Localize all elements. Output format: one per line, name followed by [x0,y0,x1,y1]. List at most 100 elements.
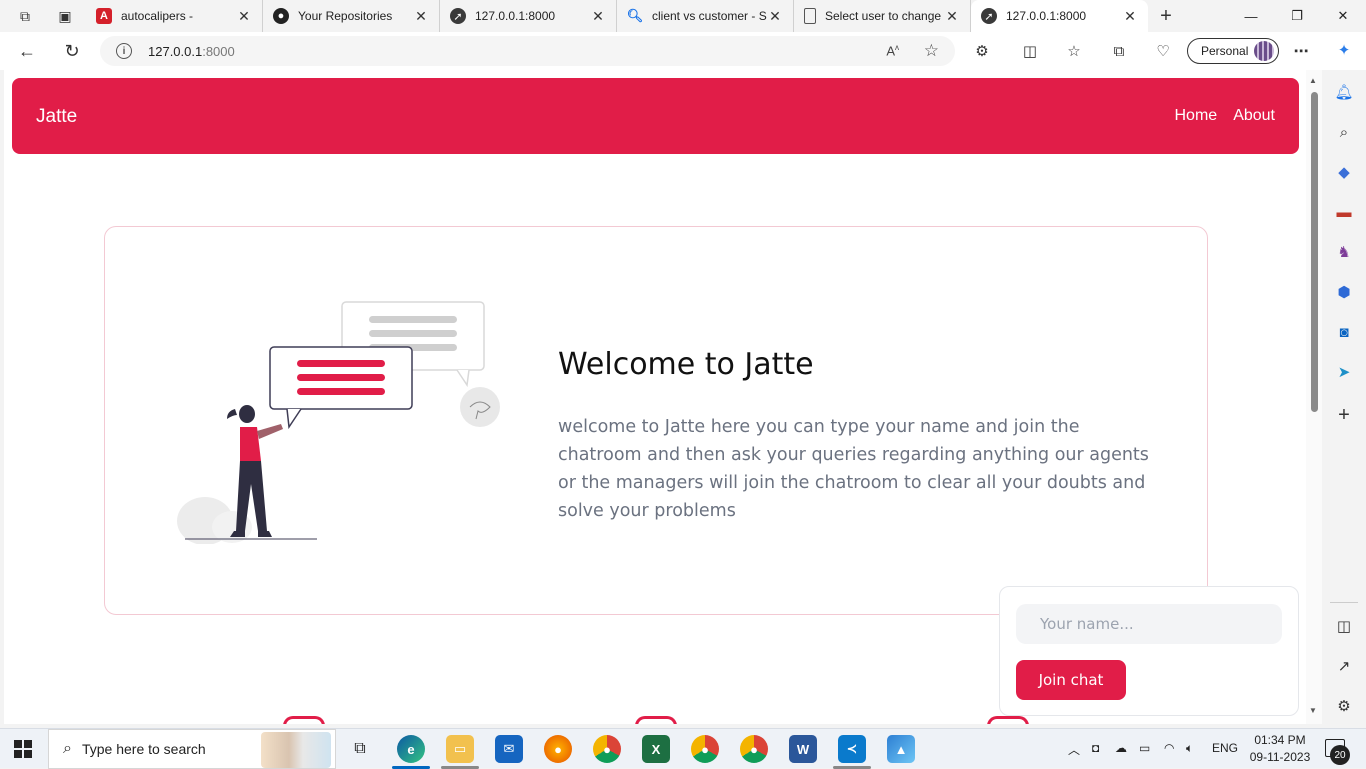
read-aloud-icon[interactable]: Aʌ [886,43,899,58]
sidebar-toggle-icon[interactable]: ◫ [1334,616,1354,636]
url-host: 127.0.0.1 [148,43,203,59]
clock-time: 01:34 PM [1254,733,1306,747]
feature-card-peek [635,716,677,724]
url-text[interactable]: 127.0.0.1:8000 [148,44,235,59]
tab-title: 127.0.0.1:8000 [475,9,556,23]
close-window-icon[interactable]: ✕ [1320,0,1366,32]
scroll-up-icon[interactable]: ▲ [1309,76,1317,85]
microsoft365-icon[interactable]: ⬢ [1334,282,1354,302]
mail-icon[interactable]: ✉ [495,735,523,763]
excel-icon[interactable]: X [642,735,670,763]
scroll-down-icon[interactable]: ▼ [1309,706,1317,715]
address-bar[interactable]: i 127.0.0.1:8000 Aʌ ☆ [100,36,955,66]
favorite-star-icon[interactable]: ☆ [924,41,939,61]
welcome-card: Welcome to Jatte welcome to Jatte here y… [104,226,1208,615]
drop-icon[interactable]: ➤ [1334,362,1354,382]
task-view-icon[interactable]: ⧉ [346,735,374,763]
battery-icon[interactable]: ▭ [1139,741,1150,755]
join-chat-widget: Join chat [999,586,1299,716]
tab-title: Your Repositories [298,9,393,23]
windows-start-icon[interactable] [14,740,32,758]
page-scrollbar[interactable]: ▲ ▼ [1306,70,1322,724]
browser-tab[interactable]: 🔍︎ client vs customer - S ✕ [617,0,794,32]
collections-icon[interactable]: ⧉ [1104,36,1134,66]
close-tab-icon[interactable]: ✕ [236,8,252,25]
close-tab-icon[interactable]: ✕ [1122,8,1138,25]
language-indicator[interactable]: ENG [1212,741,1238,755]
external-link-icon[interactable]: ↗ [1334,656,1354,676]
browser-sidebar: ✦ 🔔︎ ⌕ ◆ ▬ ♞ ⬢ ◙ ➤ + ◫ ↗ ⚙ [1322,42,1366,724]
firefox-icon[interactable]: ● [544,735,572,763]
meet-now-icon[interactable]: ◘ [1092,741,1099,755]
feature-card-peek [283,716,325,724]
new-tab-icon[interactable]: + [1148,5,1184,28]
scroll-thumb[interactable] [1311,92,1318,412]
back-bubble-tail [456,369,470,388]
close-tab-icon[interactable]: ✕ [413,8,429,25]
page-viewport: Jatte Home About Welcome to Jatte welcom… [4,70,1310,724]
back-icon[interactable]: ← [12,36,42,66]
avatar [1254,41,1274,61]
more-menu-icon[interactable]: ⋯ [1286,36,1316,66]
taskbar-search[interactable]: ⌕ Type here to search [48,729,336,769]
settings-gear-icon[interactable]: ⚙ [1334,696,1354,716]
chrome-icon[interactable]: ● [593,735,621,763]
notification-count-badge: 20 [1330,745,1350,765]
split-screen-icon[interactable]: ◫ [1015,36,1045,66]
games-icon[interactable]: ♞ [1334,242,1354,262]
favorites-icon[interactable]: ☆ [1059,36,1089,66]
file-explorer-icon[interactable]: ▭ [446,735,474,763]
edge-icon[interactable]: e [397,735,425,763]
site-info-icon[interactable]: i [116,43,132,59]
nav-about-link[interactable]: About [1233,107,1275,125]
browser-tab[interactable]: ● Your Repositories ✕ [263,0,440,32]
clock[interactable]: 01:34 PM 09-11-2023 [1247,732,1313,766]
tag-icon[interactable]: ◆ [1334,162,1354,182]
browser-tab[interactable]: Select user to change ✕ [794,0,971,32]
photos-icon[interactable]: ▲ [887,735,915,763]
restore-icon[interactable]: ❐ [1274,0,1320,32]
copilot-icon[interactable]: ✦ [1334,40,1354,60]
browser-tab[interactable]: ➚ 127.0.0.1:8000 ✕ [440,0,617,32]
word-icon[interactable]: W [789,735,817,763]
vscode-icon[interactable]: ≺ [838,735,866,763]
welcome-description: welcome to Jatte here you can type your … [558,417,1149,521]
minimize-icon[interactable]: — [1228,0,1274,32]
adobe-acrobat-icon: A [96,8,112,24]
bell-icon[interactable]: 🔔︎ [1334,82,1354,102]
workspaces-icon[interactable]: ⧉ [12,3,38,29]
nav-home-link[interactable]: Home [1175,107,1218,125]
close-tab-icon[interactable]: ✕ [590,8,606,25]
sidebar-divider [1330,602,1358,603]
close-tab-icon[interactable]: ✕ [944,8,960,25]
profile-label: Personal [1201,44,1249,58]
tab-actions-icon[interactable]: ▣ [52,3,78,29]
close-tab-icon[interactable]: ✕ [767,8,783,25]
onedrive-icon[interactable]: ☁ [1115,741,1127,755]
volume-icon[interactable]: 🔈︎ [1186,741,1193,756]
site-navbar: Jatte Home About [12,78,1299,154]
wifi-icon[interactable]: ◠ [1164,741,1174,755]
welcome-title: Welcome to Jatte [558,347,814,382]
front-bubble-tail [286,408,302,430]
search-icon[interactable]: ⌕ [1334,122,1354,142]
browser-tab-active[interactable]: ➚ 127.0.0.1:8000 ✕ [971,0,1148,32]
tab-title: Select user to change [825,9,942,23]
extensions-icon[interactable]: ⚙ [967,36,997,66]
add-icon[interactable]: + [1334,404,1354,426]
name-input[interactable] [1016,604,1282,644]
show-hidden-icons-icon[interactable]: ︿ [1068,741,1080,758]
toolbox-icon[interactable]: ▬ [1334,202,1354,222]
browser-tab[interactable]: A autocalipers - ✕ [86,0,263,32]
chrome-icon[interactable]: ● [740,735,768,763]
profile-button[interactable]: Personal [1187,38,1279,64]
tab-title: autocalipers - [121,9,194,23]
browser-essentials-icon[interactable]: ♡ [1148,36,1178,66]
outlook-icon[interactable]: ◙ [1334,322,1354,342]
tab-title: client vs customer - S [652,9,767,23]
join-chat-button[interactable]: Join chat [1016,660,1126,700]
brand-link[interactable]: Jatte [36,106,77,128]
chrome-profile-icon[interactable]: ● [691,735,719,763]
refresh-icon[interactable]: ↻ [57,36,87,66]
tab-title: 127.0.0.1:8000 [1006,9,1087,23]
